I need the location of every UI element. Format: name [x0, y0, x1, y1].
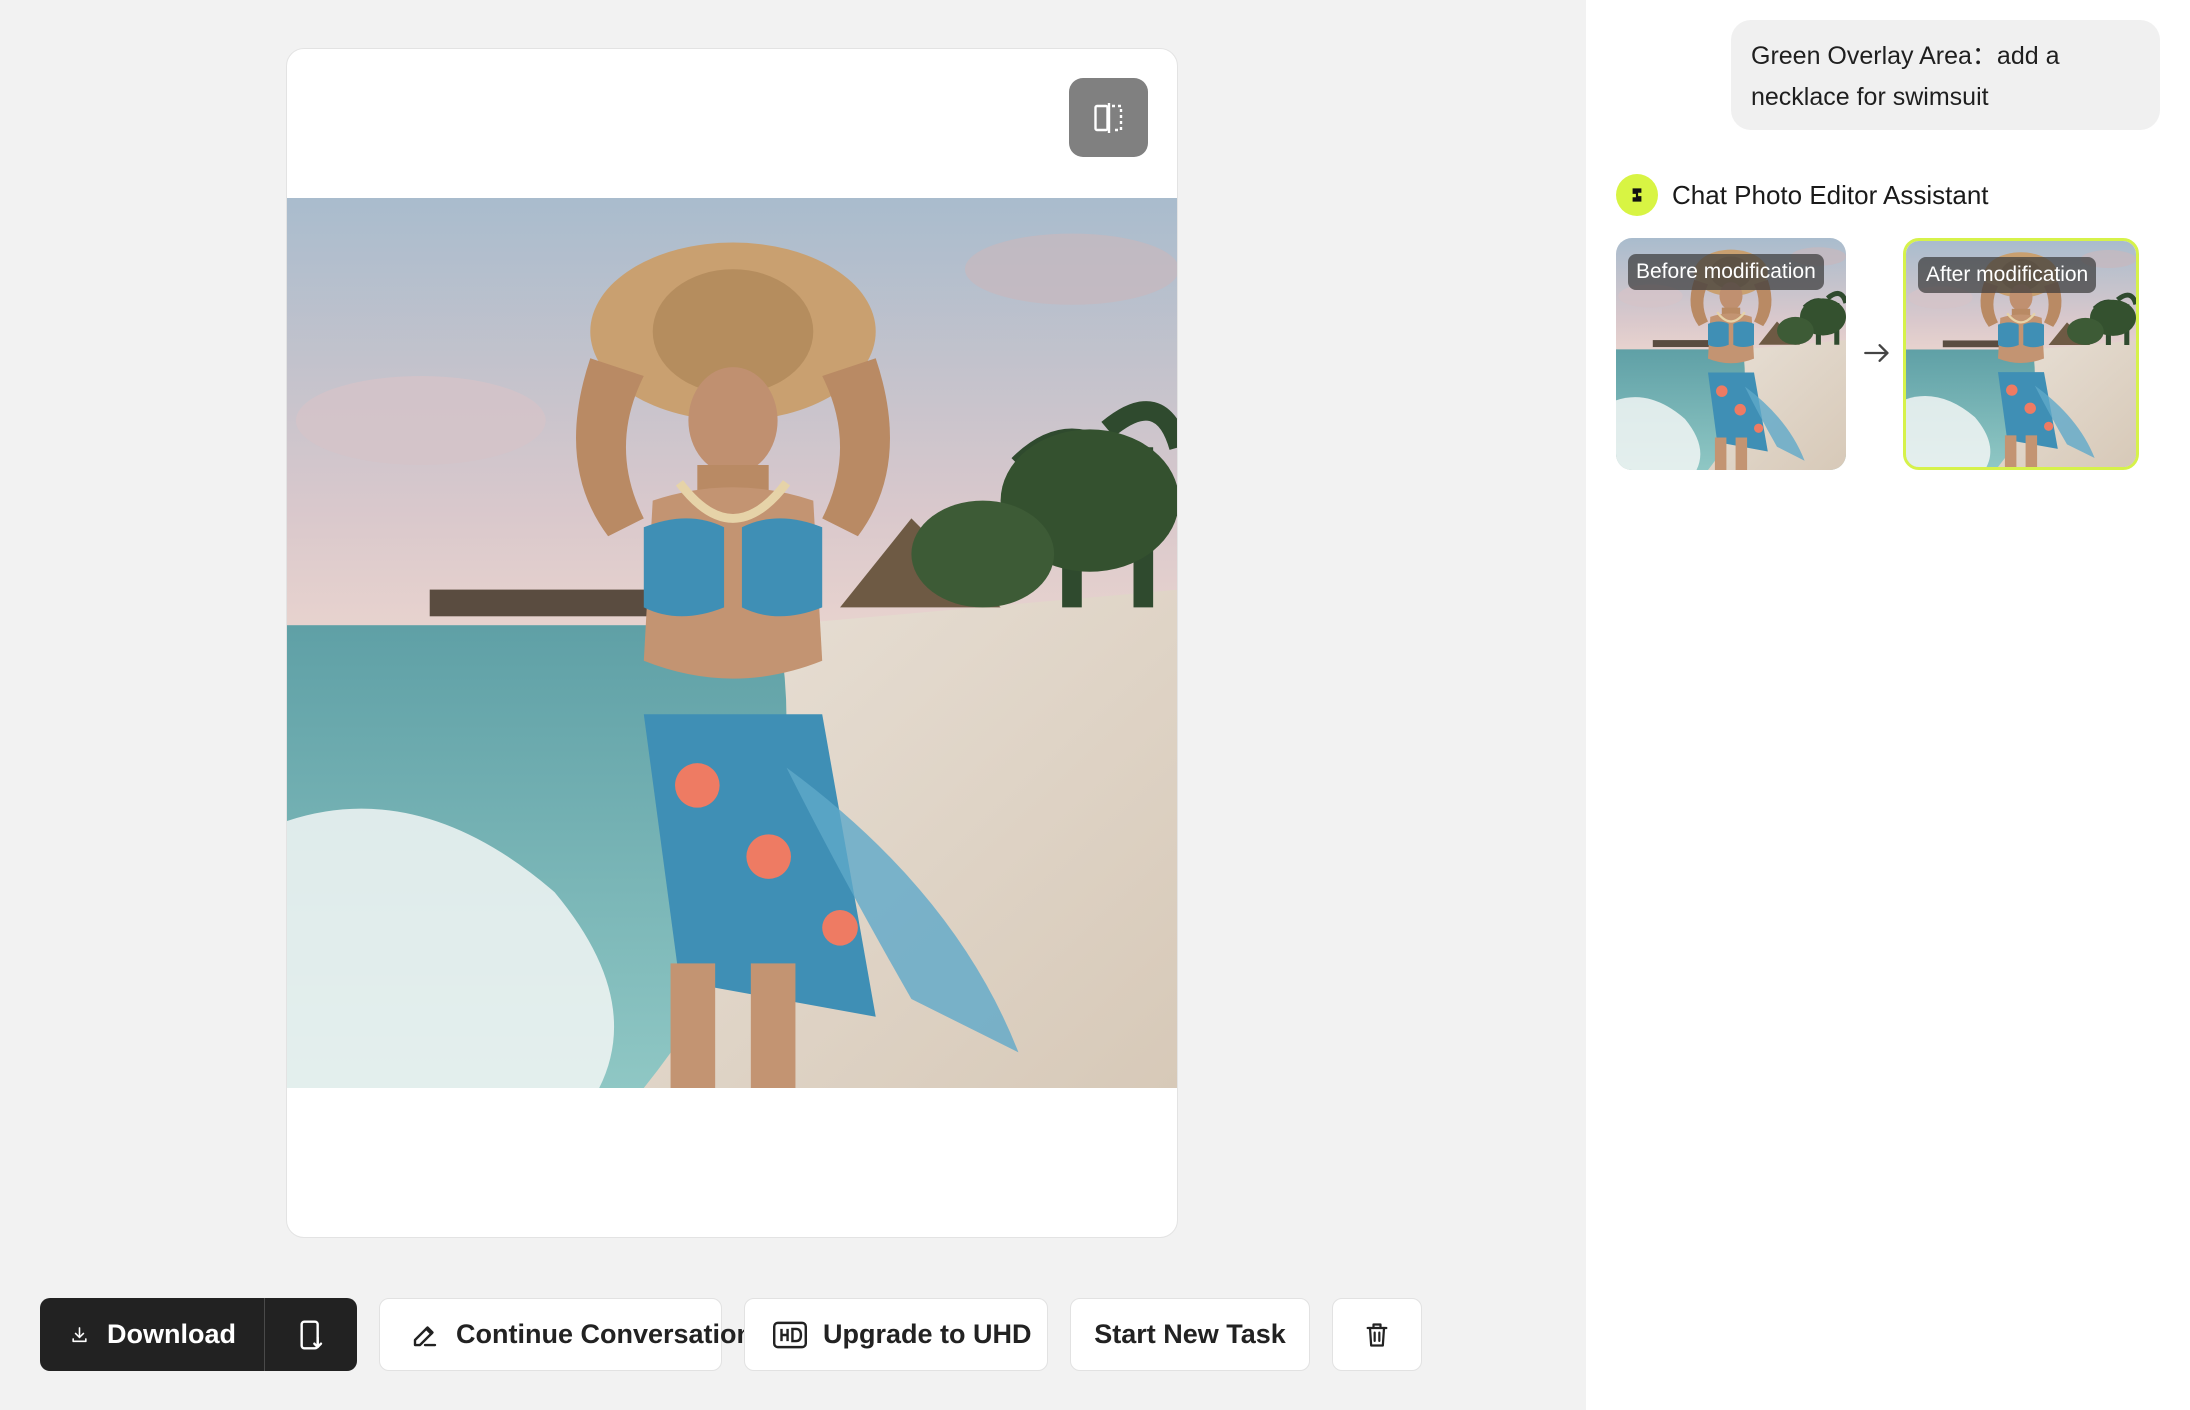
assistant-name: Chat Photo Editor Assistant	[1672, 179, 1989, 210]
action-bar: Download Continue Conversation Upgrade t…	[40, 1298, 1422, 1371]
chat-sidebar: Green Overlay Area：add a necklace for sw…	[1586, 0, 2190, 1410]
arrow-right-icon	[1864, 344, 1889, 362]
start-new-task-label: Start New Task	[1094, 1319, 1286, 1349]
save-to-device-icon	[300, 1319, 323, 1350]
before-modification-label: Before modification	[1628, 254, 1824, 290]
delete-button[interactable]	[1332, 1298, 1422, 1371]
download-button-group: Download	[40, 1298, 357, 1371]
app-window: Download Continue Conversation Upgrade t…	[0, 0, 2190, 1410]
save-to-device-button[interactable]	[265, 1298, 357, 1371]
continue-conversation-label: Continue Conversation	[456, 1319, 754, 1349]
assistant-header: Chat Photo Editor Assistant	[1616, 174, 1989, 216]
after-modification-label: After modification	[1918, 257, 2097, 293]
trash-icon	[1366, 1322, 1388, 1347]
user-message-bubble: Green Overlay Area：add a necklace for sw…	[1731, 20, 2160, 130]
compare-toggle-button[interactable]	[1069, 78, 1148, 157]
after-modification-thumbnail[interactable]: After modification	[1903, 238, 2139, 470]
hd-icon	[773, 1321, 807, 1348]
assistant-avatar	[1616, 174, 1658, 216]
split-compare-icon	[1093, 102, 1122, 133]
download-button[interactable]: Download	[40, 1298, 265, 1371]
edited-photo	[287, 198, 1178, 1088]
upgrade-uhd-button[interactable]: Upgrade to UHD	[744, 1298, 1048, 1371]
user-message-text: Green Overlay Area：add a necklace for sw…	[1751, 42, 2060, 111]
before-modification-thumbnail[interactable]: Before modification	[1616, 238, 1846, 470]
assistant-logo-icon	[1632, 188, 1642, 202]
download-icon	[72, 1326, 87, 1342]
upgrade-uhd-label: Upgrade to UHD	[823, 1319, 1032, 1349]
download-label: Download	[107, 1319, 236, 1349]
edit-pen-icon	[413, 1325, 437, 1346]
image-preview-card	[286, 48, 1178, 1238]
start-new-task-button[interactable]: Start New Task	[1070, 1298, 1310, 1371]
editor-main: Download Continue Conversation Upgrade t…	[0, 0, 1586, 1410]
continue-conversation-button[interactable]: Continue Conversation	[379, 1298, 753, 1371]
